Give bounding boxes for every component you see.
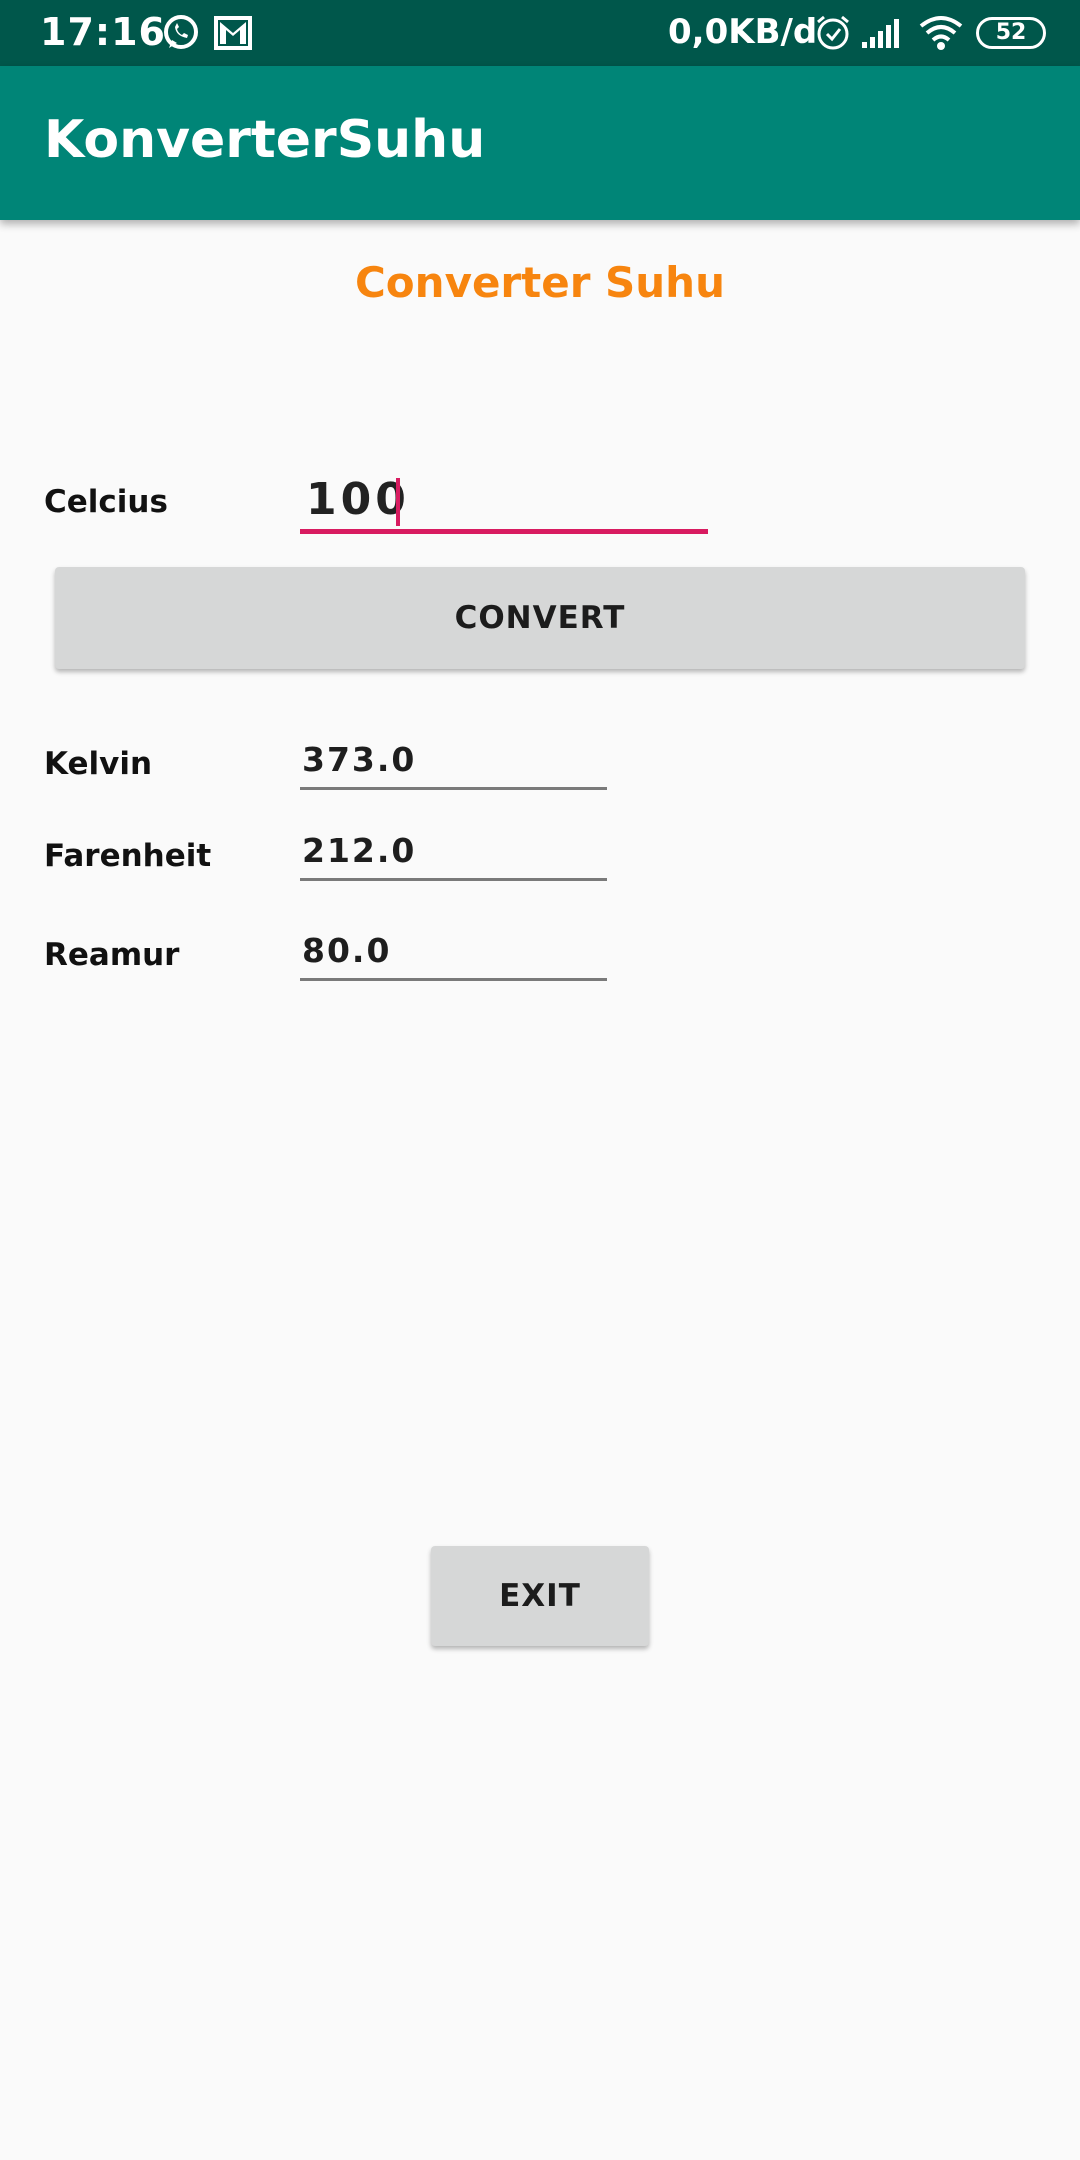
data-speed: 0,0KB/d	[668, 12, 818, 52]
kelvin-label: Kelvin	[44, 746, 153, 782]
signal-icon	[860, 12, 902, 54]
battery-icon: 52	[976, 17, 1046, 49]
convert-button[interactable]: CONVERT	[55, 567, 1025, 669]
app-title: KonverterSuhu	[44, 110, 486, 170]
farenheit-label: Farenheit	[44, 838, 212, 874]
text-cursor	[396, 478, 400, 526]
wifi-icon	[918, 12, 963, 54]
celcius-label: Celcius	[44, 484, 168, 520]
celcius-input[interactable]	[300, 470, 708, 534]
exit-button[interactable]: EXIT	[431, 1546, 649, 1646]
page-heading: Converter Suhu	[354, 258, 725, 307]
status-bar: 17:16 0,0KB/d 52	[0, 0, 1080, 66]
alarm-icon	[812, 12, 854, 54]
app-bar: KonverterSuhu	[0, 66, 1080, 220]
kelvin-result: 373.0	[300, 740, 607, 790]
reamur-label: Reamur	[44, 937, 180, 973]
status-time: 17:16	[40, 10, 166, 54]
gmail-icon	[212, 12, 254, 54]
farenheit-result: 212.0	[300, 831, 607, 881]
whatsapp-icon	[160, 12, 202, 54]
reamur-result: 80.0	[300, 931, 607, 981]
